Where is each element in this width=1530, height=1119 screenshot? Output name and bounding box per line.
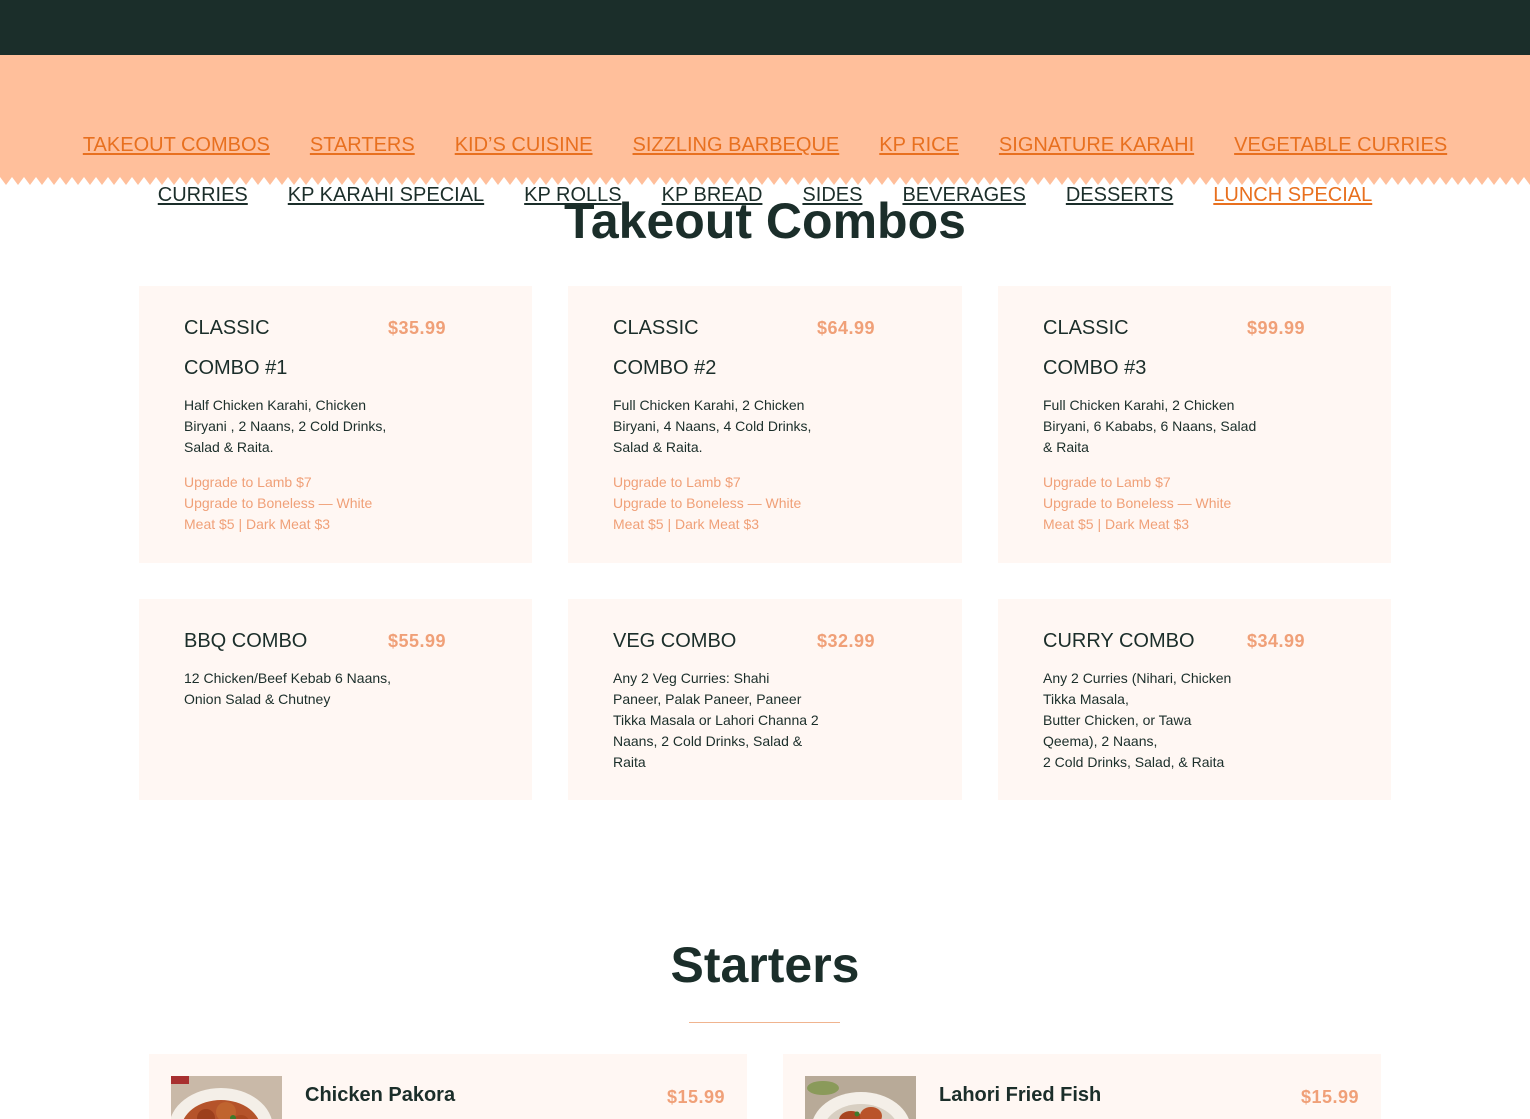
combo-description: Half Chicken Karahi, Chicken Biryani , 2… [184,397,387,455]
category-nav: TAKEOUT COMBOS STARTERS KID’S CUISINE SI… [0,55,1530,206]
combo-name: CURRY COMBO [1043,630,1195,652]
combo-upgrade-lamb: Upgrade to Lamb $7 [1043,474,1171,490]
combo-card-classic-2: CLASSIC COMBO #2 $64.99 Full Chicken Kar… [568,286,962,563]
combo-upgrade-boneless: Upgrade to Boneless — White Meat $5 | Da… [184,495,373,532]
combo-name-line-1: CLASSIC [1043,317,1129,339]
nav-link-sizzling-barbeque[interactable]: SIZZLING BARBEQUE [633,132,840,158]
combo-card-classic-3: CLASSIC COMBO #3 $99.99 Full Chicken Kar… [998,286,1391,563]
starter-price: $15.99 [1300,1087,1359,1107]
combo-description-line-1: Any 2 Curries (Nihari, Chicken Tikka Mas… [1043,670,1232,707]
combo-upgrade-boneless: Upgrade to Boneless — White Meat $5 | Da… [1043,495,1232,532]
starter-name: Lahori Fried Fish [939,1084,1102,1106]
starter-item-lahori-fried-fish[interactable]: Lahori Fried Fish $15.99 [783,1054,1381,1119]
site-header-bar [0,0,1530,55]
chicken-pakora-photo [171,1076,282,1119]
lahori-fried-fish-photo [805,1076,916,1119]
section-title-starters: Starters [670,937,860,993]
combo-card-bbq: BBQ COMBO $55.99 12 Chicken/Beef Kebab 6… [139,599,532,800]
combo-name-line-2: COMBO #2 [613,357,717,379]
combo-description: Full Chicken Karahi, 2 Chicken Biryani, … [1043,397,1257,455]
combo-description-line-2: Butter Chicken, or Tawa Qeema), 2 Naans, [1043,712,1192,749]
combo-card-classic-1: CLASSIC COMBO #1 $35.99 Half Chicken Kar… [139,286,532,563]
combo-upgrade-lamb: Upgrade to Lamb $7 [184,474,312,490]
combo-name-line-1: CLASSIC [613,317,699,339]
combo-upgrade-lamb: Upgrade to Lamb $7 [613,474,741,490]
zigzag-divider [0,177,1530,185]
nav-link-signature-karahi[interactable]: SIGNATURE KARAHI [999,132,1194,158]
combo-price: $32.99 [817,631,876,651]
combo-name-line-2: COMBO #1 [184,357,288,379]
nav-link-takeout-combos[interactable]: TAKEOUT COMBOS [83,132,270,158]
nav-link-kids-cuisine[interactable]: KID’S CUISINE [455,132,593,158]
combo-card-curry: CURRY COMBO $34.99 Any 2 Curries (Nihari… [998,599,1391,800]
combo-description: 12 Chicken/Beef Kebab 6 Naans, Onion Sal… [184,670,392,707]
combo-price: $99.99 [1247,318,1306,338]
combo-price: $35.99 [388,318,447,338]
combo-description: Full Chicken Karahi, 2 Chicken Biryani, … [613,397,812,455]
combo-price: $64.99 [817,318,876,338]
starter-price: $15.99 [666,1087,725,1107]
nav-link-kp-rice[interactable]: KP RICE [879,132,959,158]
combo-description: Any 2 Veg Curries: Shahi Paneer, Palak P… [613,670,819,770]
category-nav-row-1: TAKEOUT COMBOS STARTERS KID’S CUISINE SI… [0,132,1530,158]
combo-upgrade-boneless: Upgrade to Boneless — White Meat $5 | Da… [613,495,802,532]
section-title-takeout-combos: Takeout Combos [564,193,966,249]
nav-link-vegetable-curries[interactable]: VEGETABLE CURRIES [1234,132,1447,158]
combo-card-veg: VEG COMBO $32.99 Any 2 Veg Curries: Shah… [568,599,962,800]
combo-price: $34.99 [1247,631,1306,651]
starter-item-chicken-pakora[interactable]: Chicken Pakora $15.99 [149,1054,747,1119]
combo-description-line-3: 2 Cold Drinks, Salad, & Raita [1043,754,1225,770]
combo-price: $55.99 [388,631,447,651]
combo-name: VEG COMBO [613,630,737,652]
nav-link-starters[interactable]: STARTERS [310,132,415,158]
combo-name: BBQ COMBO [184,630,308,652]
section-divider [689,1022,840,1023]
combo-name-line-2: COMBO #3 [1043,357,1147,379]
starter-name: Chicken Pakora [305,1084,456,1106]
combo-name-line-1: CLASSIC [184,317,270,339]
